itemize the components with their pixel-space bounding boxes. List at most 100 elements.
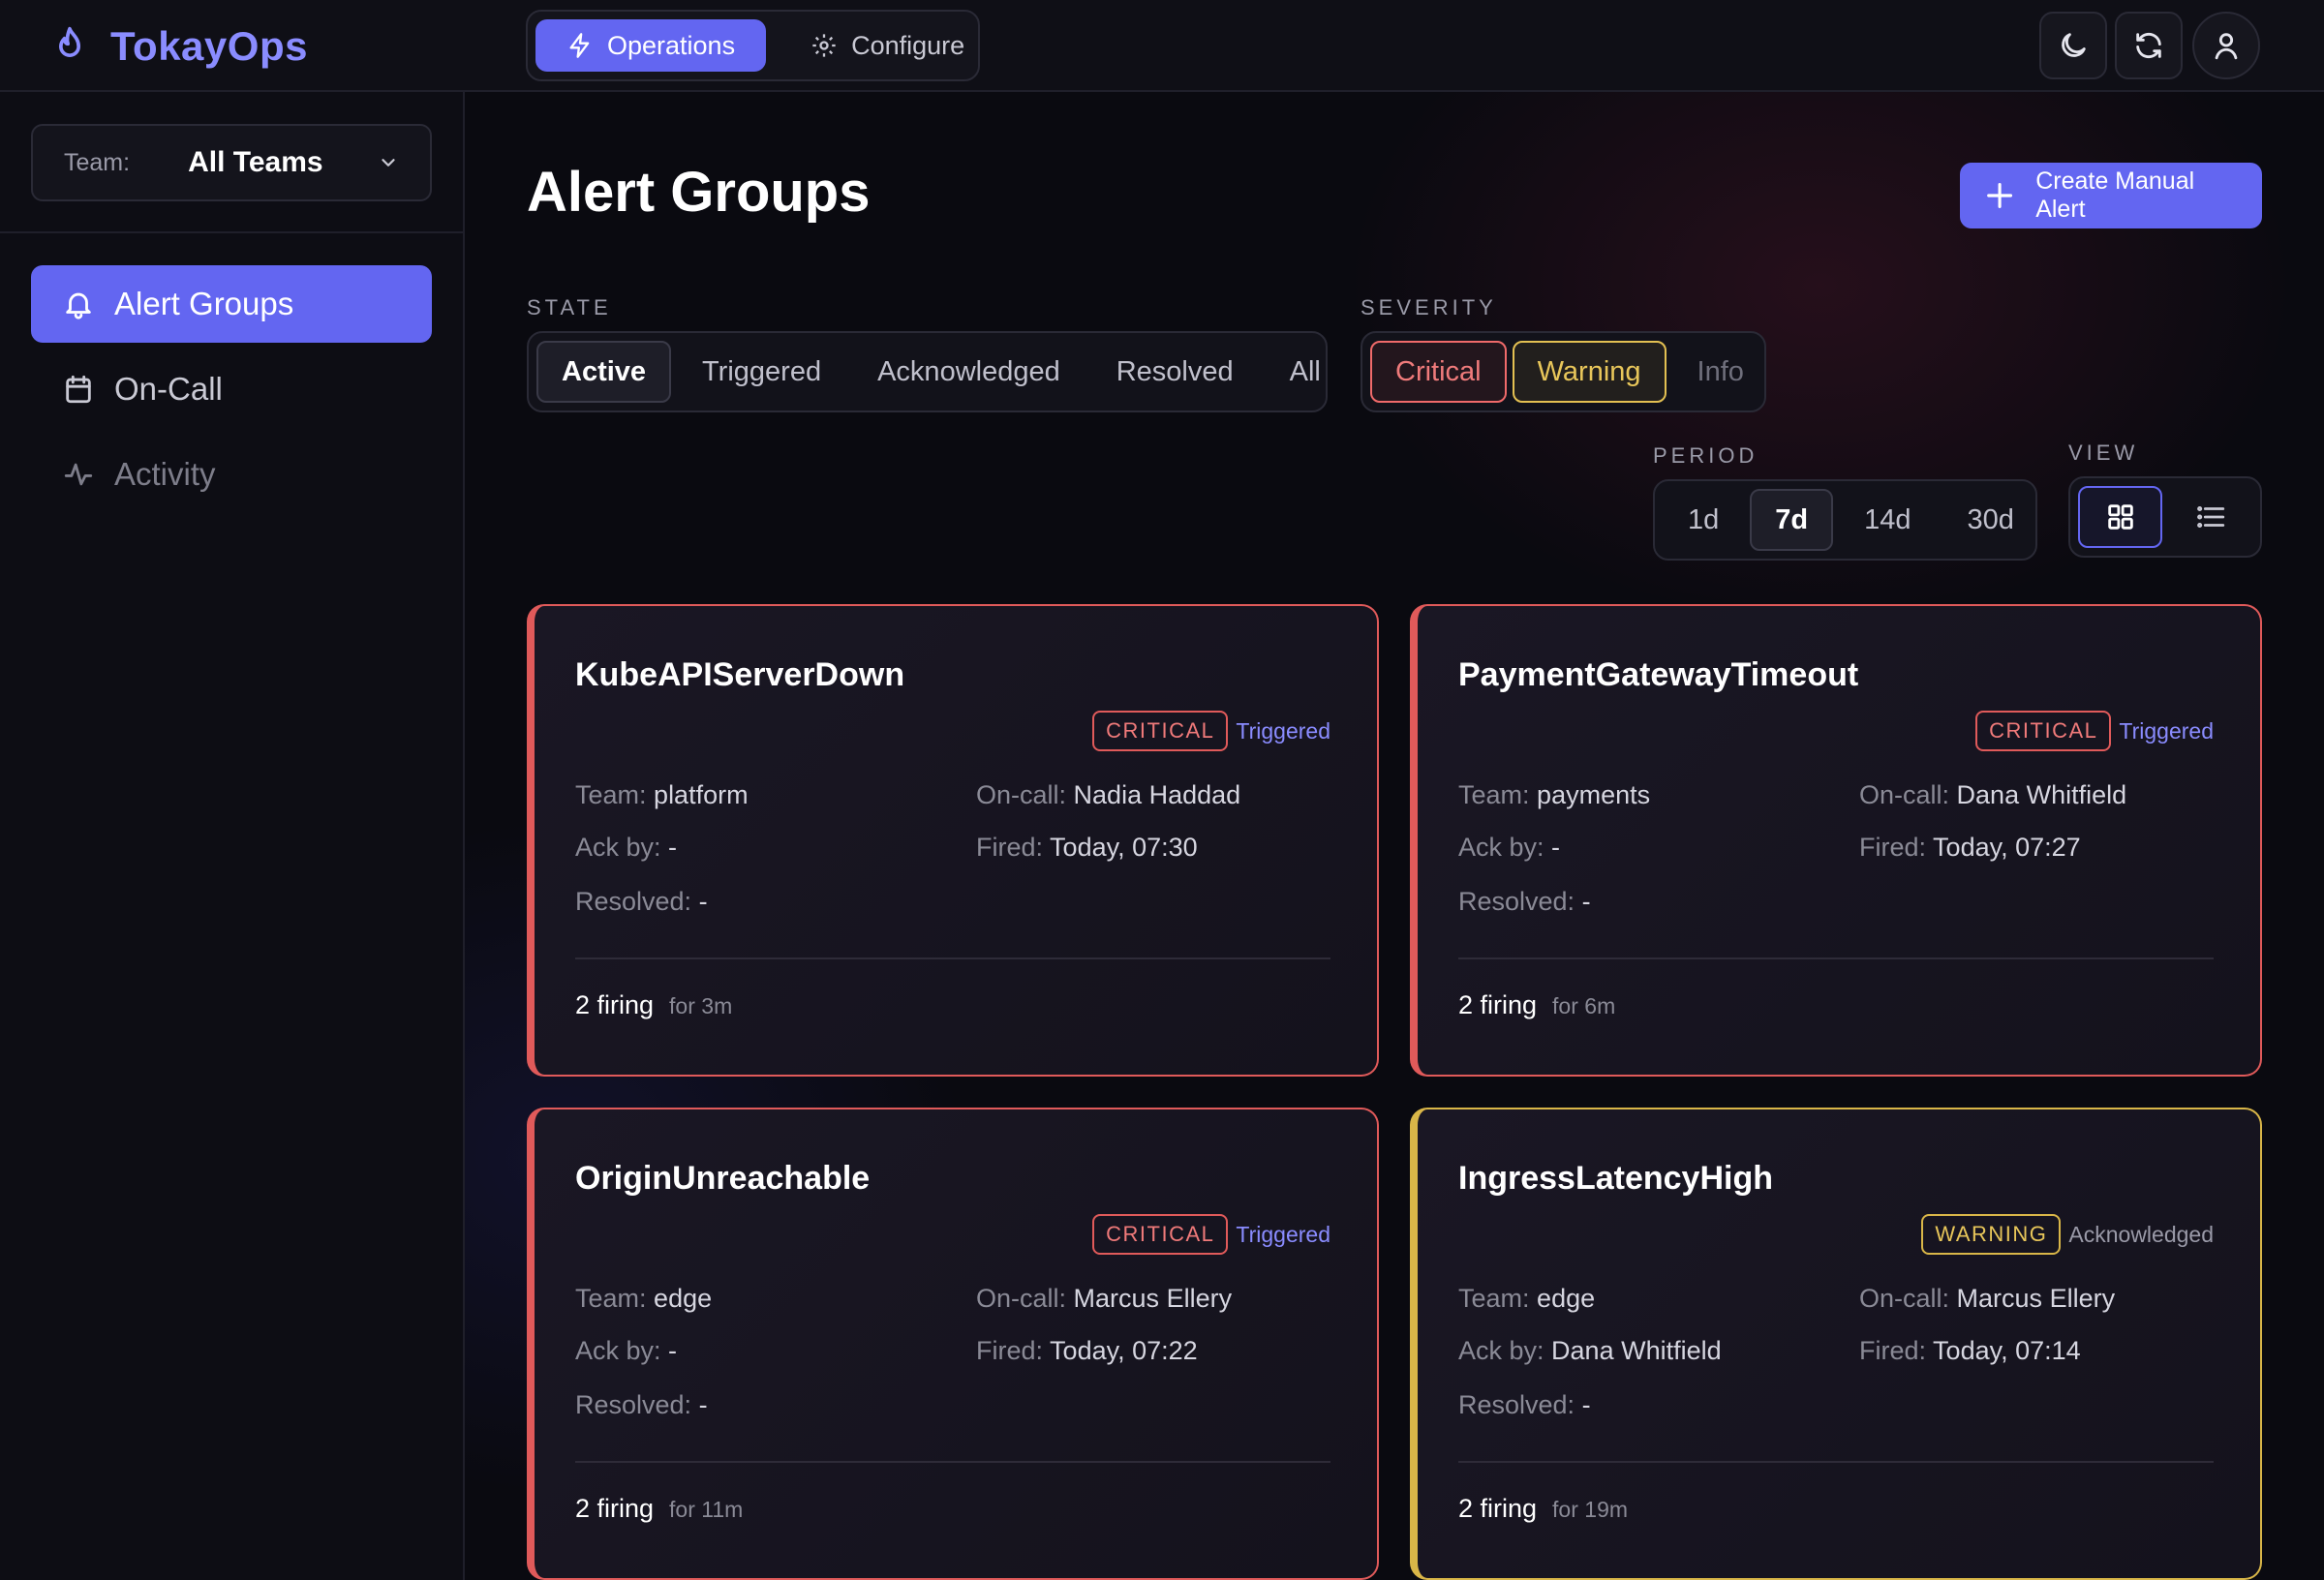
- create-manual-alert-button[interactable]: Create Manual Alert: [1960, 163, 2262, 228]
- field-label: Fired:: [976, 833, 1044, 862]
- bell-icon: [66, 292, 91, 319]
- period-option-7d[interactable]: 7d: [1750, 489, 1834, 551]
- state-option-acknowledged[interactable]: Acknowledged: [852, 341, 1086, 403]
- alert-group-name[interactable]: KubeAPIServerDown: [575, 656, 904, 694]
- period-option-1d[interactable]: 1d: [1663, 489, 1744, 551]
- team-field: Team: edge: [1458, 1284, 1595, 1314]
- firing-count: 2 firing: [575, 990, 655, 1019]
- firing-duration: for 6m: [1552, 993, 1616, 1018]
- top-bar: TokayOps Operations Configure: [0, 0, 2324, 92]
- state-option-resolved[interactable]: Resolved: [1091, 341, 1259, 403]
- refresh-button[interactable]: [2115, 12, 2183, 79]
- operations-tab[interactable]: Operations: [535, 19, 767, 72]
- period-option-14d[interactable]: 14d: [1839, 489, 1936, 551]
- team-value: platform: [654, 780, 749, 809]
- alert-badges: CRITICAL Triggered: [1975, 711, 2214, 751]
- severity-option-critical[interactable]: Critical: [1370, 341, 1507, 403]
- alert-group-name[interactable]: IngressLatencyHigh: [1458, 1160, 1773, 1198]
- oncall-field: On-call: Marcus Ellery: [976, 1284, 1232, 1314]
- state-option-active[interactable]: Active: [536, 341, 672, 403]
- grid-icon: [2107, 504, 2133, 530]
- oncall-field: On-call: Marcus Ellery: [1859, 1284, 2115, 1314]
- firing-summary: 2 firing for 6m: [1458, 990, 1615, 1020]
- oncall-value: Dana Whitfield: [1956, 780, 2127, 809]
- brand[interactable]: TokayOps: [48, 21, 308, 72]
- gear-icon: [812, 34, 836, 57]
- field-label: Fired:: [976, 1336, 1044, 1365]
- state-option-all[interactable]: All: [1265, 341, 1346, 403]
- ack-value: Dana Whitfield: [1551, 1336, 1722, 1365]
- firing-count: 2 firing: [575, 1494, 655, 1523]
- fired-value: Today, 07:22: [1050, 1336, 1198, 1365]
- card-divider: [1458, 957, 2214, 959]
- resolved-field: Resolved: -: [1458, 887, 1591, 917]
- field-label: Resolved:: [575, 1390, 692, 1419]
- field-label: Ack by:: [575, 833, 661, 862]
- alert-group-name[interactable]: PaymentGatewayTimeout: [1458, 656, 1858, 694]
- firing-duration: for 11m: [669, 1497, 744, 1522]
- plus-icon: [1987, 183, 2013, 208]
- field-label: On-call:: [976, 1284, 1067, 1313]
- severity-option-info[interactable]: Info: [1672, 341, 1769, 403]
- team-select[interactable]: Team: All Teams: [31, 124, 432, 201]
- fired-field: Fired: Today, 07:22: [976, 1336, 1198, 1366]
- team-value: edge: [1537, 1284, 1596, 1313]
- activity-icon: [64, 463, 93, 486]
- sidebar-item-on-call[interactable]: On-Call: [31, 350, 432, 428]
- mode-switch: Operations Configure: [526, 10, 980, 81]
- oncall-field: On-call: Dana Whitfield: [1859, 780, 2126, 810]
- ack-value: -: [668, 1336, 678, 1365]
- sidebar-item-label: Alert Groups: [114, 286, 294, 321]
- field-label: Fired:: [1859, 1336, 1927, 1365]
- configure-tab[interactable]: Configure: [780, 19, 995, 72]
- theme-toggle-button[interactable]: [2039, 12, 2107, 79]
- firing-summary: 2 firing for 3m: [575, 990, 732, 1020]
- team-field: Team: payments: [1458, 780, 1650, 810]
- alert-group-card[interactable]: OriginUnreachable CRITICAL Triggered Tea…: [527, 1108, 1379, 1580]
- field-label: Resolved:: [1458, 887, 1575, 916]
- field-label: Team:: [575, 780, 647, 809]
- oncall-value: Marcus Ellery: [1073, 1284, 1233, 1313]
- oncall-field: On-call: Nadia Haddad: [976, 780, 1240, 810]
- grid-view-button[interactable]: [2078, 486, 2162, 548]
- sidebar-divider: [0, 231, 463, 233]
- firing-count: 2 firing: [1458, 1494, 1538, 1523]
- alert-group-card[interactable]: IngressLatencyHigh WARNING Acknowledged …: [1410, 1108, 2262, 1580]
- resolved-value: -: [698, 887, 708, 916]
- severity-badge: CRITICAL: [1975, 711, 2112, 751]
- state-filter: Active Triggered Acknowledged Resolved A…: [527, 331, 1328, 412]
- resolved-value: -: [698, 1390, 708, 1419]
- fired-field: Fired: Today, 07:27: [1859, 833, 2081, 863]
- sidebar-item-alert-groups[interactable]: Alert Groups: [31, 265, 432, 343]
- list-view-button[interactable]: [2168, 486, 2252, 548]
- field-label: Resolved:: [1458, 1390, 1575, 1419]
- field-label: Team:: [1458, 1284, 1530, 1313]
- alert-group-card[interactable]: PaymentGatewayTimeout CRITICAL Triggered…: [1410, 604, 2262, 1077]
- resolved-field: Resolved: -: [1458, 1390, 1591, 1420]
- state-badge: Triggered: [1236, 717, 1330, 744]
- alert-group-name[interactable]: OriginUnreachable: [575, 1160, 870, 1198]
- team-field: Team: platform: [575, 780, 749, 810]
- team-value: payments: [1537, 780, 1651, 809]
- refresh-icon: [2136, 32, 2161, 59]
- field-label: Team:: [575, 1284, 647, 1313]
- main-content: Alert Groups Create Manual Alert STATE A…: [465, 92, 2324, 1580]
- period-option-30d[interactable]: 30d: [1942, 489, 2039, 551]
- field-label: On-call:: [1859, 1284, 1950, 1313]
- resolved-value: -: [1581, 887, 1591, 916]
- fired-field: Fired: Today, 07:30: [976, 833, 1198, 863]
- team-select-value: All Teams: [188, 146, 323, 178]
- severity-option-warning[interactable]: Warning: [1512, 341, 1667, 403]
- alert-group-card[interactable]: KubeAPIServerDown CRITICAL Triggered Tea…: [527, 604, 1379, 1077]
- firing-count: 2 firing: [1458, 990, 1538, 1019]
- view-toggle-label: VIEW: [2068, 441, 2139, 465]
- oncall-value: Marcus Ellery: [1956, 1284, 2116, 1313]
- state-option-triggered[interactable]: Triggered: [677, 341, 846, 403]
- sidebar-item-activity[interactable]: Activity: [31, 436, 432, 513]
- page-title: Alert Groups: [527, 161, 871, 224]
- firing-summary: 2 firing for 11m: [575, 1494, 743, 1524]
- severity-filter: Critical Warning Info: [1361, 331, 1766, 412]
- field-label: On-call:: [976, 780, 1067, 809]
- firing-duration: for 19m: [1552, 1497, 1629, 1522]
- user-menu-button[interactable]: [2192, 12, 2260, 79]
